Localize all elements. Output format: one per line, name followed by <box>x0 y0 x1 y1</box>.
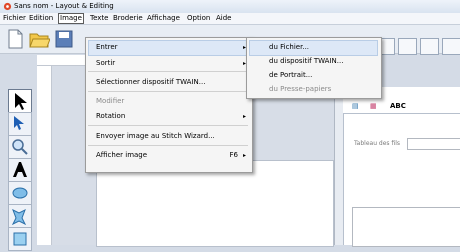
open-folder-icon[interactable] <box>28 28 50 50</box>
submenu-item-from-portrait[interactable]: de Portrait... <box>269 71 312 80</box>
menu-fichier[interactable]: Fichier <box>3 14 26 23</box>
menu-item-rotation[interactable]: Rotation <box>96 112 125 121</box>
menu-texte[interactable]: Texte <box>90 14 108 23</box>
select-tool-icon[interactable] <box>8 89 32 113</box>
menu-edition[interactable]: Edition <box>29 14 53 23</box>
menu-option[interactable]: Option <box>187 14 210 23</box>
menu-aide[interactable]: Aide <box>216 14 231 23</box>
app-logo-icon <box>3 2 12 11</box>
submenu-item-from-clipboard: du Presse-papiers <box>269 85 332 93</box>
menu-image[interactable]: Image <box>58 13 84 24</box>
menu-item-entrer[interactable]: Entrer <box>96 43 118 52</box>
menu-separator <box>88 145 248 146</box>
image-menu: Entrer ▸ Sortir ▸ Sélectionner dispositi… <box>85 37 253 173</box>
entrer-submenu: du Fichier... du dispositif TWAIN... de … <box>246 37 382 99</box>
menu-item-afficher-image[interactable]: Afficher image <box>96 151 147 160</box>
tool-palette <box>0 55 36 251</box>
menu-bar: Fichier Edition Image Texte Broderie Aff… <box>0 13 460 25</box>
thread-chart-field[interactable] <box>407 138 460 150</box>
menu-item-select-twain[interactable]: Sélectionner dispositif TWAIN... <box>96 78 205 87</box>
submenu-arrow-icon: ▸ <box>242 152 246 159</box>
save-icon[interactable] <box>53 28 75 50</box>
tab-pattern-icon[interactable]: ▦ <box>370 100 377 112</box>
shape-tool-icon[interactable] <box>8 181 32 205</box>
toolbar-button-view[interactable] <box>442 38 460 55</box>
stitch-tool-icon[interactable] <box>8 227 32 251</box>
tab-sew-icon[interactable]: ▤ <box>352 100 359 112</box>
submenu-arrow-icon: ▸ <box>242 113 246 120</box>
submenu-item-from-twain[interactable]: du dispositif TWAIN... <box>269 57 343 66</box>
point-edit-tool-icon[interactable] <box>8 112 32 136</box>
menu-item-stitch-wizard[interactable]: Envoyer image au Stitch Wizard... <box>96 132 215 141</box>
thread-chart-label: Tableau des fils <box>354 140 401 147</box>
zoom-tool-icon[interactable] <box>8 135 32 159</box>
stamp-tool-icon[interactable] <box>8 204 32 228</box>
tab-text[interactable]: ABC <box>390 100 406 112</box>
menu-affichage[interactable]: Affichage <box>147 14 180 23</box>
menu-broderie[interactable]: Broderie <box>113 14 143 23</box>
window-title: Sans nom - Layout & Editing <box>14 2 114 10</box>
toolbar-button-frame[interactable] <box>398 38 417 55</box>
menu-separator <box>88 71 248 72</box>
toolbar-button-pattern[interactable] <box>420 38 439 55</box>
title-bar: Sans nom - Layout & Editing <box>0 0 460 14</box>
menu-separator <box>88 91 248 92</box>
menu-separator <box>88 125 248 126</box>
new-file-icon[interactable] <box>4 28 26 50</box>
submenu-item-from-file[interactable]: du Fichier... <box>269 43 309 52</box>
panel-tabs: ▤ ▦ ABC <box>343 99 460 114</box>
vertical-ruler <box>37 55 52 245</box>
shortcut-label: F6 <box>229 151 238 159</box>
menu-item-modifier: Modifier <box>96 97 125 105</box>
menu-item-sortir[interactable]: Sortir <box>96 59 115 68</box>
design-page[interactable] <box>96 160 334 247</box>
panel-content-box <box>352 207 460 247</box>
text-tool-icon[interactable] <box>8 158 32 182</box>
